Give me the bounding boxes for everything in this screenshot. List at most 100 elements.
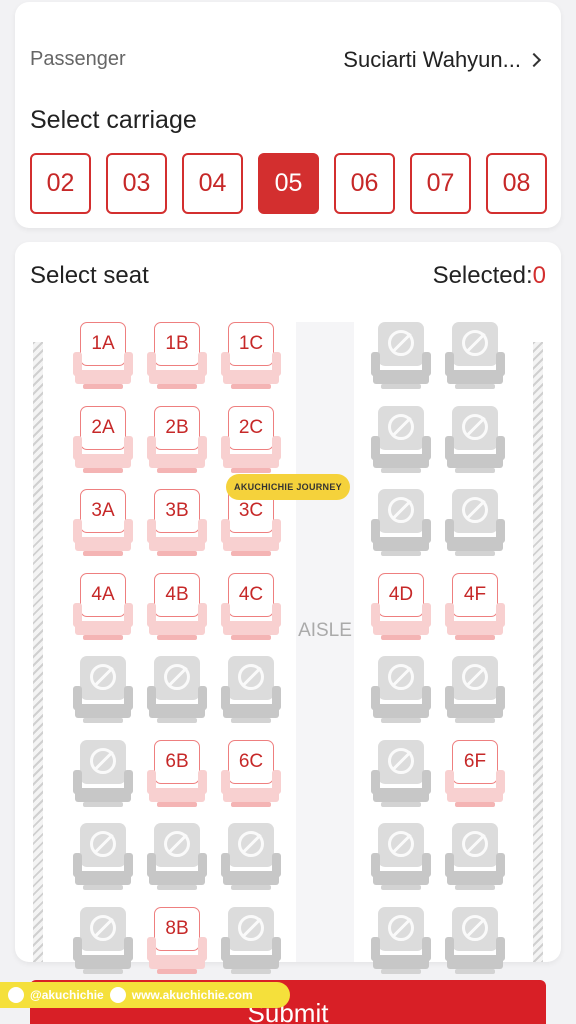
carriage-button[interactable]: 03 xyxy=(106,153,167,214)
unavailable-icon xyxy=(462,413,488,440)
seat-label: 2A xyxy=(91,416,115,438)
seat-available[interactable]: 3C xyxy=(221,489,281,559)
seat-unavailable xyxy=(371,322,431,392)
carriage-title: Select carriage xyxy=(30,106,197,134)
unavailable-icon xyxy=(388,914,414,941)
carriage-button[interactable]: 08 xyxy=(486,153,547,214)
carriage-list: 02 03 04 05 06 07 08 xyxy=(30,153,547,214)
carriage-button[interactable]: 02 xyxy=(30,153,91,214)
seat-label: 2B xyxy=(165,416,189,438)
seat-unavailable xyxy=(371,906,431,977)
seat-available[interactable]: 1B xyxy=(147,322,207,392)
passenger-selector[interactable]: Suciarti Wahyun... xyxy=(343,47,542,73)
seat-unavailable xyxy=(445,489,505,559)
seat-label: 4B xyxy=(165,583,189,605)
unavailable-icon xyxy=(388,747,414,774)
seat-available[interactable]: 3B xyxy=(147,489,207,559)
unavailable-icon xyxy=(238,914,264,941)
unavailable-icon xyxy=(388,413,414,440)
seat-unavailable xyxy=(73,906,133,977)
seat-unavailable xyxy=(371,823,431,893)
seat-available[interactable]: 4B xyxy=(147,572,207,643)
seat-available[interactable]: 2B xyxy=(147,405,207,476)
seat-available[interactable]: 1C xyxy=(221,322,281,392)
seat-unavailable xyxy=(445,823,505,893)
carriage-button[interactable]: 05 xyxy=(258,153,319,214)
carriage-button[interactable]: 06 xyxy=(334,153,395,214)
unavailable-icon xyxy=(90,914,116,941)
seat-unavailable xyxy=(221,656,281,726)
seat-label: 3B xyxy=(165,500,189,521)
unavailable-icon xyxy=(90,664,116,690)
seat-available[interactable]: 6F xyxy=(445,739,505,810)
unavailable-icon xyxy=(462,831,488,857)
seat-label: 8B xyxy=(165,917,189,939)
seat-available[interactable]: 2C xyxy=(221,405,281,476)
left-wall xyxy=(33,342,43,962)
seat-unavailable xyxy=(445,906,505,977)
globe-icon xyxy=(109,987,126,1003)
seat-unavailable xyxy=(371,405,431,476)
seat-label: 4C xyxy=(238,583,264,605)
seat-available[interactable]: 4A xyxy=(73,572,133,643)
unavailable-icon xyxy=(388,497,414,523)
carriage-button[interactable]: 04 xyxy=(182,153,243,214)
passenger-label: Passenger xyxy=(30,48,126,70)
watermark-website: www.akuchichie.com xyxy=(131,988,253,1002)
seat-unavailable xyxy=(73,656,133,726)
seat-label: 4A xyxy=(91,583,115,605)
seat-unavailable xyxy=(221,906,281,977)
unavailable-icon xyxy=(388,831,414,857)
seat-unavailable xyxy=(371,489,431,559)
seat-label: 6F xyxy=(463,750,487,772)
seat-title: Select seat xyxy=(30,262,149,289)
seat-available[interactable]: 1A xyxy=(73,322,133,392)
instagram-icon xyxy=(8,987,24,1003)
seat-unavailable xyxy=(371,739,431,810)
seat-unavailable xyxy=(221,823,281,893)
seat-unavailable xyxy=(445,322,505,392)
aisle-label: AISLE xyxy=(298,620,352,641)
seat-available[interactable]: 6B xyxy=(147,739,207,810)
seat-label: 4F xyxy=(463,583,487,605)
passenger-carriage-card: Passenger Suciarti Wahyun... Select carr… xyxy=(15,2,561,228)
selected-counter: Selected:0 xyxy=(433,262,546,290)
carriage-button[interactable]: 07 xyxy=(410,153,471,214)
aisle xyxy=(296,322,354,962)
seat-available[interactable]: 4F xyxy=(445,572,505,643)
chevron-right-icon xyxy=(526,52,542,68)
watermark-bar: @akuchichie www.akuchichie.com xyxy=(0,982,290,1008)
selected-count: 0 xyxy=(532,262,546,289)
seat-unavailable xyxy=(73,739,133,810)
seat-unavailable xyxy=(371,656,431,726)
seat-label: 6C xyxy=(238,750,264,772)
seat-available[interactable]: 4D xyxy=(371,572,431,643)
seat-unavailable xyxy=(73,823,133,893)
seat-available[interactable]: 6C xyxy=(221,739,281,810)
seat-label: 3C xyxy=(238,500,264,521)
seat-label: 3A xyxy=(91,500,115,521)
seat-unavailable xyxy=(147,823,207,893)
seat-label: 1A xyxy=(91,333,115,354)
seat-label: 6B xyxy=(165,750,189,772)
seat-available[interactable]: 4C xyxy=(221,572,281,643)
seat-label: 1B xyxy=(165,333,189,354)
seat-label: 2C xyxy=(238,416,264,438)
unavailable-icon xyxy=(90,831,116,857)
unavailable-icon xyxy=(462,914,488,941)
unavailable-icon xyxy=(164,664,190,690)
seat-available[interactable]: 3A xyxy=(73,489,133,559)
unavailable-icon xyxy=(462,330,488,356)
unavailable-icon xyxy=(388,664,414,690)
seat-label: 1C xyxy=(238,333,264,354)
seat-available[interactable]: 2A xyxy=(73,405,133,476)
watermark-handle: @akuchichie xyxy=(30,988,104,1002)
unavailable-icon xyxy=(90,747,116,774)
seat-unavailable xyxy=(445,656,505,726)
unavailable-icon xyxy=(164,831,190,857)
unavailable-icon xyxy=(462,497,488,523)
unavailable-icon xyxy=(462,664,488,690)
seat-unavailable xyxy=(147,656,207,726)
seat-available[interactable]: 8B xyxy=(147,906,207,977)
passenger-name: Suciarti Wahyun... xyxy=(343,47,521,72)
